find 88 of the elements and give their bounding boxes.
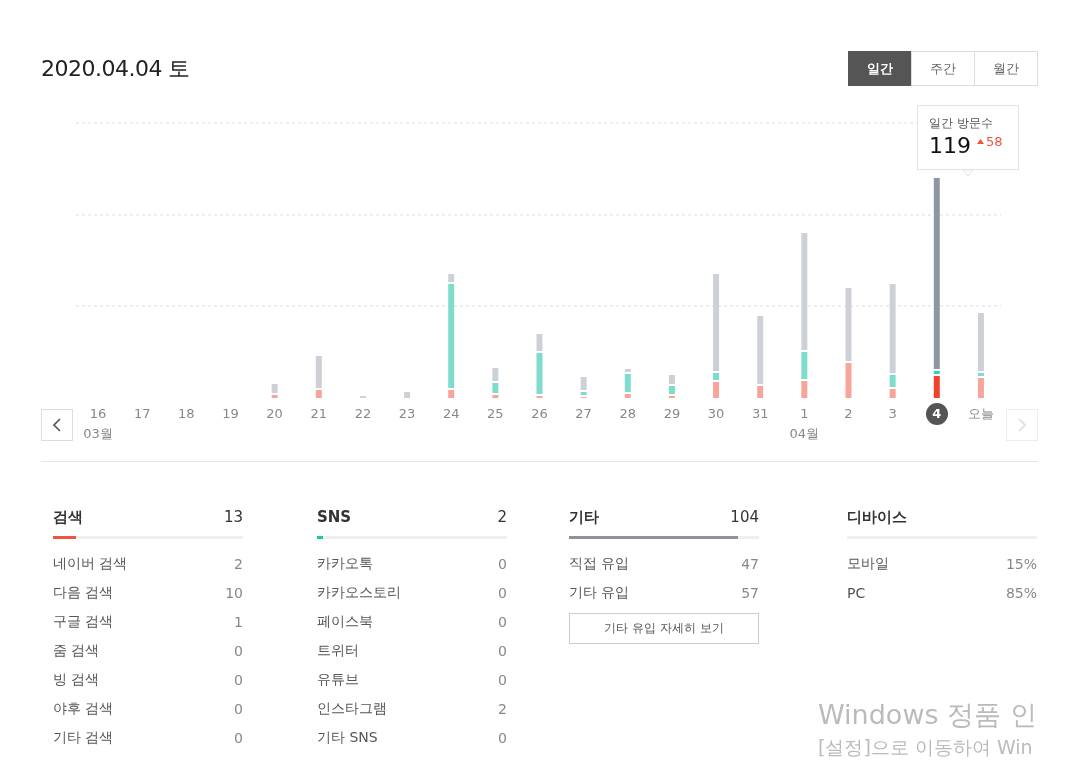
source-label: 트위터 [317, 641, 359, 660]
source-label: 네이버 검색 [53, 554, 128, 573]
details-button[interactable]: 기타 유입 자세히 보기 [569, 613, 759, 644]
month-label: 03월 [83, 425, 113, 443]
group-total: 104 [730, 508, 759, 526]
activation-hint: [설정]으로 이동하여 Win [818, 735, 1034, 760]
day-label[interactable]: 오늘 [967, 403, 994, 425]
source-value: 0 [498, 642, 507, 659]
up-arrow-icon [977, 139, 984, 144]
day-label[interactable]: 27 [572, 403, 595, 425]
day-label[interactable]: 20 [263, 403, 286, 425]
group-total: 13 [223, 508, 243, 526]
source-label: 카카오스토리 [317, 583, 401, 602]
source-value: 85% [1005, 584, 1037, 601]
day-label[interactable]: 17 [131, 403, 154, 425]
tooltip-value: 119 [929, 134, 971, 158]
group-title: SNS [317, 508, 352, 526]
source-label: 빙 검색 [53, 670, 100, 689]
visit-bar [536, 334, 543, 398]
day-label[interactable]: 30 [705, 403, 728, 425]
source-value: 0 [234, 671, 243, 688]
day-label[interactable]: 16 [87, 403, 110, 425]
date-title: 2020.04.04 토 [41, 54, 190, 83]
source-label: 모바일 [847, 554, 889, 573]
source-value: 0 [498, 729, 507, 746]
chevron-right-icon [1018, 418, 1026, 432]
source-label: 유튜브 [317, 670, 359, 689]
day-label[interactable]: 26 [528, 403, 551, 425]
visit-bar [271, 384, 278, 398]
source-value: 0 [234, 729, 243, 746]
day-label[interactable]: 18 [175, 403, 198, 425]
period-tab[interactable]: 월간 [974, 51, 1038, 86]
source-label: 페이스북 [317, 612, 373, 631]
source-label: 기타 유입 [569, 583, 630, 602]
group-title: 디바이스 [847, 507, 907, 527]
source-value: 15% [1005, 555, 1037, 572]
day-label[interactable]: 23 [396, 403, 419, 425]
source-label: 카카오톡 [317, 554, 373, 573]
previous-button[interactable] [41, 409, 73, 441]
day-label[interactable]: 3 [881, 403, 904, 425]
source-value: 0 [498, 555, 507, 572]
source-label: 인스타그램 [317, 699, 387, 718]
source-value: 57 [741, 584, 759, 601]
visit-bar [492, 368, 499, 398]
activation-title: Windows 정품 인 [818, 698, 1037, 732]
group-title: 기타 [569, 507, 599, 527]
source-value: 2 [498, 700, 507, 717]
source-value: 0 [498, 613, 507, 630]
day-label[interactable]: 19 [219, 403, 242, 425]
period-tab[interactable]: 일간 [848, 51, 912, 86]
day-label[interactable]: 21 [307, 403, 330, 425]
source-label: 다음 검색 [53, 583, 114, 602]
source-label: PC [847, 584, 866, 601]
day-label[interactable]: 28 [616, 403, 639, 425]
source-label: 기타 SNS [317, 728, 378, 747]
visit-bar [580, 377, 587, 398]
source-value: 0 [498, 584, 507, 601]
day-label[interactable]: 1 [793, 403, 816, 425]
source-value: 10 [225, 584, 243, 601]
source-value: 0 [234, 642, 243, 659]
source-value: 2 [234, 555, 243, 572]
source-value: 0 [498, 671, 507, 688]
source-value: 0 [234, 700, 243, 717]
source-label: 기타 검색 [53, 728, 114, 747]
tooltip-change: 58 [986, 134, 1003, 149]
day-label[interactable]: 4 [925, 403, 948, 425]
tooltip-label: 일간 방문수 [929, 115, 994, 132]
source-label: 야후 검색 [53, 699, 114, 718]
day-label[interactable]: 25 [484, 403, 507, 425]
visit-bar [404, 392, 411, 398]
source-label: 직접 유입 [569, 554, 630, 573]
day-label[interactable]: 22 [351, 403, 374, 425]
group-total: 2 [497, 508, 507, 526]
visit-bar [315, 356, 322, 398]
source-value: 47 [741, 555, 759, 572]
visit-bar [624, 369, 631, 398]
group-title: 검색 [53, 507, 83, 527]
chevron-left-icon [53, 418, 61, 432]
month-label: 04월 [789, 425, 820, 443]
visit-bar [668, 375, 675, 398]
day-label[interactable]: 2 [837, 403, 860, 425]
day-label[interactable]: 29 [660, 403, 683, 425]
day-label[interactable]: 31 [749, 403, 772, 425]
source-label: 줌 검색 [53, 641, 100, 660]
source-label: 구글 검색 [53, 612, 114, 631]
source-value: 1 [234, 613, 243, 630]
period-tab[interactable]: 주간 [911, 51, 975, 86]
day-label[interactable]: 24 [440, 403, 463, 425]
